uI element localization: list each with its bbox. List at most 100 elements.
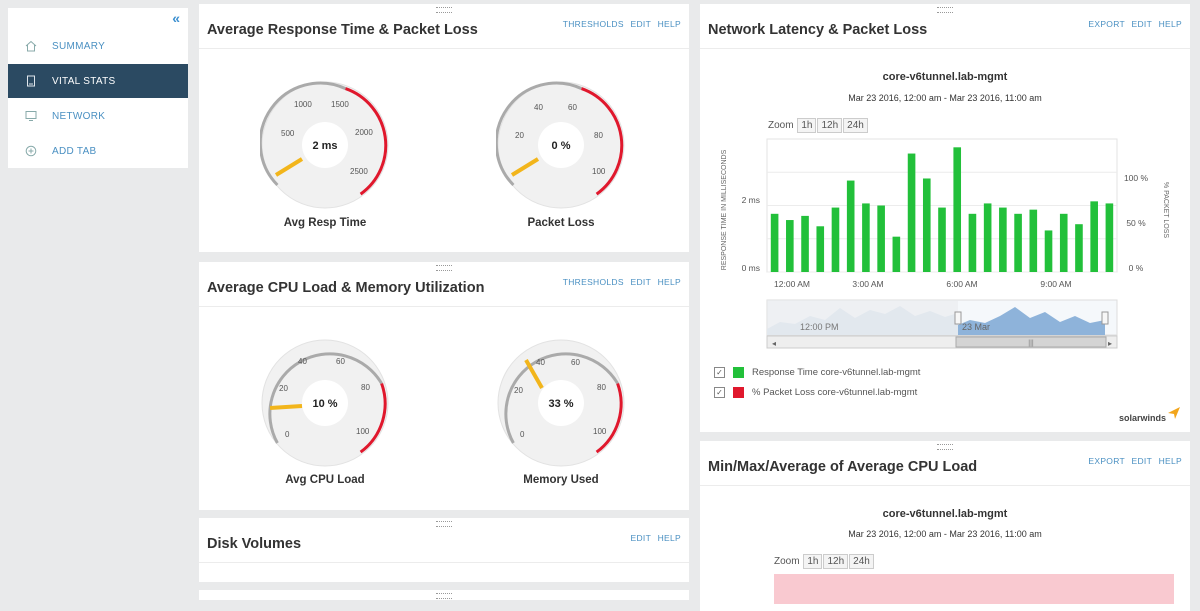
response-time-bar[interactable] (938, 207, 946, 272)
legend-checkbox[interactable]: ✓ (714, 387, 725, 398)
panel-title: Average CPU Load & Memory Utilization (207, 280, 485, 296)
legend-swatch (733, 387, 744, 398)
cpu-memory-panel: Average CPU Load & Memory Utilization TH… (199, 262, 689, 510)
drag-handle[interactable] (436, 593, 452, 599)
next-panel (199, 590, 689, 600)
response-time-bar[interactable] (892, 236, 901, 272)
gauge-tick: 1000 (294, 100, 312, 109)
response-time-bar[interactable] (816, 226, 825, 272)
legend-item-packet-loss[interactable]: ✓ % Packet Loss core-v6tunnel.lab-mgmt (714, 387, 917, 398)
svg-text:◂: ◂ (772, 339, 776, 348)
response-time-bar[interactable] (1090, 201, 1098, 272)
thresholds-link[interactable]: THRESHOLDS (563, 277, 624, 287)
edit-link[interactable]: EDIT (1132, 456, 1152, 466)
zoom-1h-button[interactable]: 1h (803, 554, 823, 569)
response-time-bar[interactable] (922, 178, 931, 272)
chart-navigator[interactable]: 12:00 PM 23 Mar (766, 299, 1118, 336)
legend-label: Response Time core-v6tunnel.lab-mgmt (752, 367, 921, 378)
drag-handle[interactable] (436, 521, 452, 527)
y-axis-label: RESPONSE TIME IN MILLISECONDS (721, 149, 728, 270)
add-icon (22, 145, 40, 157)
edit-link[interactable]: EDIT (631, 533, 651, 543)
response-time-bar[interactable] (831, 207, 840, 272)
sidebar: « SUMMARY VITAL STATS NETWORK ADD TAB (8, 8, 188, 168)
drag-handle[interactable] (937, 444, 953, 450)
gauge-tick: 40 (534, 103, 543, 112)
edit-link[interactable]: EDIT (631, 277, 651, 287)
gauge-tick: 60 (568, 103, 577, 112)
minmax-cpu-panel: Min/Max/Average of Average CPU Load EXPO… (700, 441, 1190, 611)
panel-links: THRESHOLDS EDIT HELP (559, 19, 681, 29)
help-link[interactable]: HELP (1159, 456, 1182, 466)
y-tick-label: 2 ms (742, 195, 760, 205)
legend-checkbox[interactable]: ✓ (714, 367, 725, 378)
monitor-icon (22, 110, 40, 122)
panel-title: Disk Volumes (207, 536, 302, 552)
avg-cpu-load-gauge: 0 20 40 60 80 100 10 % (261, 339, 389, 467)
navigator-label: 23 Mar (962, 322, 990, 332)
gauge-tick: 100 (592, 167, 606, 176)
x-tick-label: 12:00 AM (774, 279, 810, 289)
gauge-label: Packet Loss (527, 217, 595, 229)
thresholds-link[interactable]: THRESHOLDS (563, 19, 624, 29)
response-time-bar[interactable] (1105, 203, 1114, 272)
zoom-label: Zoom (774, 556, 800, 567)
sidebar-item-add-tab[interactable]: ADD TAB (8, 134, 188, 168)
response-time-bar[interactable] (968, 213, 977, 272)
help-link[interactable]: HELP (658, 277, 681, 287)
response-time-bar[interactable] (953, 147, 962, 272)
gauge-tick: 40 (298, 357, 307, 366)
gauge-tick: 0 (285, 430, 290, 439)
response-time-bar[interactable] (862, 203, 870, 272)
zoom-24h-button[interactable]: 24h (849, 554, 874, 569)
sidebar-item-summary[interactable]: SUMMARY (8, 29, 188, 63)
panel-links: EXPORT EDIT HELP (1084, 456, 1182, 466)
gauge-label: Avg Resp Time (283, 217, 367, 229)
y2-tick-label: 50 % (1126, 218, 1146, 228)
response-time-bar[interactable] (1029, 209, 1038, 272)
response-time-bar[interactable] (1014, 213, 1022, 272)
response-time-bar[interactable] (1044, 230, 1053, 272)
resp-time-panel: Average Response Time & Packet Loss THRE… (199, 4, 689, 252)
gauge-tick: 20 (514, 386, 523, 395)
response-time-bar[interactable] (999, 207, 1007, 272)
response-time-bar[interactable] (1059, 213, 1068, 272)
sidebar-item-network[interactable]: NETWORK (8, 99, 188, 133)
response-time-bar[interactable] (786, 220, 794, 272)
legend-label: % Packet Loss core-v6tunnel.lab-mgmt (752, 387, 918, 398)
gauge-tick: 60 (336, 357, 345, 366)
gauge-tick: 60 (571, 358, 580, 367)
x-tick-label: 9:00 AM (1040, 279, 1071, 289)
drag-handle[interactable] (436, 7, 452, 13)
edit-link[interactable]: EDIT (631, 19, 651, 29)
response-time-bar[interactable] (1075, 224, 1083, 272)
export-link[interactable]: EXPORT (1088, 456, 1124, 466)
sidebar-item-vital-stats[interactable]: VITAL STATS (8, 64, 188, 98)
response-time-bar[interactable] (907, 153, 916, 272)
response-time-bar[interactable] (846, 180, 855, 272)
gauge-tick: 80 (594, 131, 603, 140)
panel-title: Min/Max/Average of Average CPU Load (708, 459, 978, 475)
panel-title: Average Response Time & Packet Loss (207, 22, 478, 38)
legend-item-response-time[interactable]: ✓ Response Time core-v6tunnel.lab-mgmt (714, 367, 920, 378)
gauge-tick: 80 (597, 383, 606, 392)
collapse-sidebar-icon[interactable]: « (172, 10, 180, 26)
help-link[interactable]: HELP (658, 19, 681, 29)
help-link[interactable]: HELP (658, 533, 681, 543)
gauge-value: 10 % (312, 398, 337, 410)
sidebar-item-label: SUMMARY (52, 40, 106, 52)
zoom-12h-button[interactable]: 12h (823, 554, 849, 569)
gauge-tick: 1500 (331, 100, 349, 109)
gauge-tick: 100 (356, 427, 370, 436)
legend-swatch (733, 367, 744, 378)
sidebar-item-label: ADD TAB (52, 145, 97, 157)
response-time-bar[interactable] (983, 203, 992, 272)
response-time-bar[interactable] (770, 213, 779, 272)
x-tick-label: 6:00 AM (946, 279, 977, 289)
navigator-scrollbar[interactable]: ||| ◂ ▸ (766, 335, 1118, 349)
drag-handle[interactable] (436, 265, 452, 271)
response-time-bar[interactable] (801, 215, 809, 272)
navigator-label: 12:00 PM (800, 322, 839, 332)
response-time-bar[interactable] (877, 205, 885, 273)
sidebar-item-label: NETWORK (52, 110, 106, 122)
